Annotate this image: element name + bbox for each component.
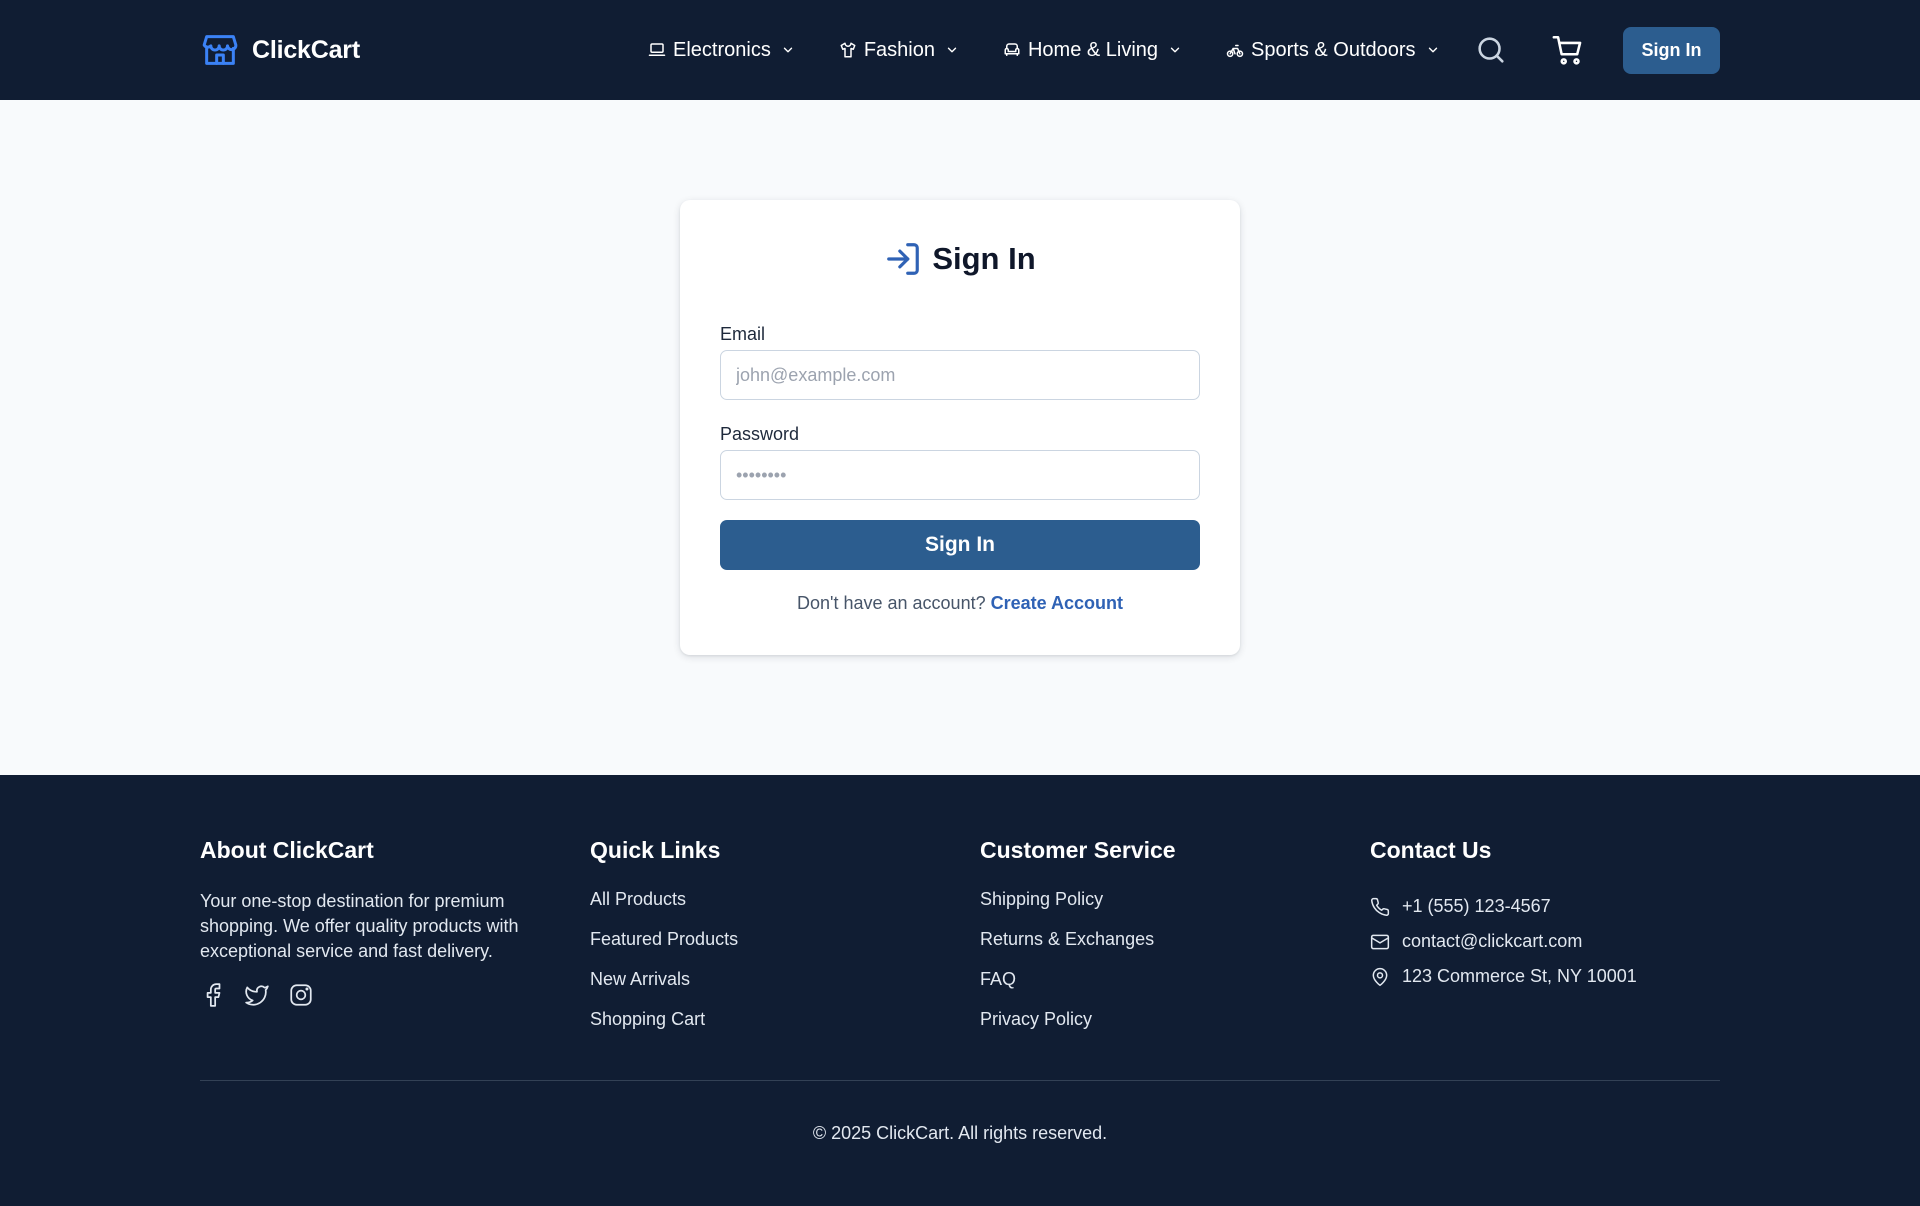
footer-link-new-arrivals[interactable]: New Arrivals bbox=[590, 969, 738, 1009]
footer-about: About ClickCart Your one-stop destinatio… bbox=[200, 837, 540, 1008]
chevron-down-icon bbox=[783, 47, 793, 53]
email-field[interactable] bbox=[720, 350, 1200, 400]
contact-phone-text: +1 (555) 123-4567 bbox=[1402, 896, 1551, 916]
nav-home-living[interactable]: Home & Living bbox=[1003, 39, 1182, 62]
main-nav: Electronics Fashion Home & Living Sports… bbox=[648, 30, 1440, 70]
contact-email-text: contact@clickcart.com bbox=[1402, 931, 1583, 951]
chevron-down-icon bbox=[1428, 47, 1437, 53]
footer-customer-service: Customer Service Shipping Policy Returns… bbox=[980, 837, 1176, 1049]
footer-contact-heading: Contact Us bbox=[1370, 837, 1492, 863]
contact-phone: +1 (555) 123-4567 bbox=[1370, 889, 1637, 924]
footer-link-privacy-policy[interactable]: Privacy Policy bbox=[980, 1009, 1176, 1049]
site-footer: About ClickCart Your one-stop destinatio… bbox=[0, 775, 1920, 1206]
facebook-icon[interactable] bbox=[200, 982, 226, 1008]
footer-link-faq[interactable]: FAQ bbox=[980, 969, 1176, 1009]
email-label: Email bbox=[720, 324, 766, 344]
map-pin-icon bbox=[1372, 967, 1388, 986]
cart-icon[interactable] bbox=[1551, 33, 1585, 67]
copyright-text: © 2025 ClickCart. All rights reserved. bbox=[812, 1123, 1108, 1143]
laptop-icon bbox=[648, 43, 666, 56]
footer-link-shopping-cart[interactable]: Shopping Cart bbox=[590, 1009, 738, 1049]
footer-link-all-products[interactable]: All Products bbox=[590, 889, 738, 929]
footer-quick-links: Quick Links All Products Featured Produc… bbox=[590, 837, 738, 1049]
nav-fashion[interactable]: Fashion bbox=[839, 39, 959, 62]
customer-service-list: Shipping Policy Returns & Exchanges FAQ … bbox=[980, 889, 1176, 1049]
nav-label: Sports & Outdoors bbox=[1251, 38, 1416, 61]
site-header: ClickCart Electronics Fashion Home & Liv… bbox=[0, 0, 1920, 100]
search-icon[interactable] bbox=[1474, 33, 1508, 67]
create-account-link[interactable]: Create Account bbox=[991, 593, 1123, 613]
page-title: Sign In bbox=[932, 241, 1036, 276]
footer-about-heading: About ClickCart bbox=[200, 837, 374, 863]
instagram-icon[interactable] bbox=[288, 982, 314, 1008]
quick-links-list: All Products Featured Products New Arriv… bbox=[590, 889, 738, 1049]
store-icon bbox=[202, 35, 238, 65]
brand-name: ClickCart bbox=[252, 35, 360, 64]
nav-label: Electronics bbox=[673, 38, 771, 61]
password-field[interactable] bbox=[720, 450, 1200, 500]
shirt-icon bbox=[840, 42, 856, 58]
mail-icon bbox=[1370, 934, 1390, 949]
chevron-down-icon bbox=[1170, 47, 1180, 53]
nav-electronics[interactable]: Electronics bbox=[648, 39, 795, 62]
sign-in-submit-button[interactable]: Sign In bbox=[720, 520, 1200, 570]
social-links bbox=[200, 982, 540, 1008]
sofa-icon bbox=[1004, 43, 1020, 56]
password-label: Password bbox=[720, 424, 800, 444]
header-sign-in-button[interactable]: Sign In bbox=[1623, 27, 1720, 74]
nav-label: Home & Living bbox=[1027, 38, 1159, 61]
bike-icon bbox=[1226, 44, 1244, 58]
register-prompt-row: Don't have an account? Create Account bbox=[680, 593, 1240, 614]
twitter-icon[interactable] bbox=[244, 982, 270, 1008]
log-in-icon bbox=[887, 243, 920, 275]
phone-icon bbox=[1371, 897, 1390, 916]
brand-logo-link[interactable]: ClickCart bbox=[200, 30, 360, 70]
footer-about-text: Your one-stop destination for premium sh… bbox=[200, 891, 519, 961]
sign-in-card: Sign In Email Password Sign In Don't hav… bbox=[680, 200, 1240, 655]
contact-address-text: 123 Commerce St, NY 10001 bbox=[1402, 966, 1637, 986]
footer-customer-service-heading: Customer Service bbox=[980, 837, 1176, 863]
footer-contact: Contact Us +1 (555) 123-4567 contact@cli… bbox=[1370, 837, 1637, 994]
footer-link-shipping-policy[interactable]: Shipping Policy bbox=[980, 889, 1176, 929]
register-prompt: Don't have an account? bbox=[797, 593, 986, 613]
footer-link-featured-products[interactable]: Featured Products bbox=[590, 929, 738, 969]
footer-quick-links-heading: Quick Links bbox=[590, 837, 721, 863]
nav-label: Fashion bbox=[863, 38, 935, 61]
footer-link-returns-exchanges[interactable]: Returns & Exchanges bbox=[980, 929, 1176, 969]
card-title-row: Sign In bbox=[680, 240, 1240, 278]
contact-email: contact@clickcart.com bbox=[1370, 924, 1637, 959]
nav-sports-outdoors[interactable]: Sports & Outdoors bbox=[1226, 39, 1440, 62]
chevron-down-icon bbox=[947, 47, 957, 53]
footer-divider bbox=[200, 1080, 1720, 1081]
contact-address: 123 Commerce St, NY 10001 bbox=[1370, 959, 1637, 994]
